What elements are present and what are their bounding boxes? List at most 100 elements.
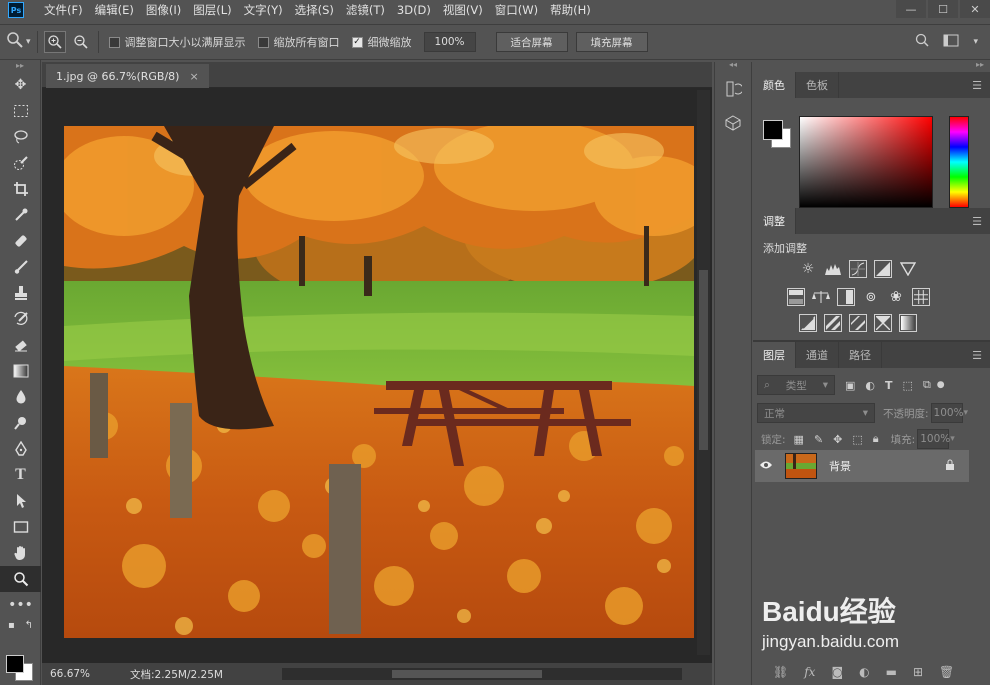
filter-toggle-icon[interactable]: ● <box>937 380 945 390</box>
posterize-icon[interactable] <box>824 314 842 332</box>
gradient-map-icon[interactable] <box>899 314 917 332</box>
chevron-down-icon[interactable]: ▾ <box>973 37 978 47</box>
vertical-scrollbar[interactable] <box>697 90 710 655</box>
filter-pixel-icon[interactable]: ▣ <box>845 379 855 392</box>
filter-smart-object-icon[interactable]: ⧉ <box>923 378 931 392</box>
color-balance-icon[interactable] <box>812 288 830 306</box>
exposure-icon[interactable] <box>874 260 892 278</box>
swap-colors-icon[interactable]: ▪ ↰ <box>0 618 41 632</box>
lock-pixels-icon[interactable]: ✎ <box>814 433 823 446</box>
document-tab[interactable]: 1.jpg @ 66.7%(RGB/8) × <box>46 64 209 88</box>
blend-mode-select[interactable]: 正常 ▾ <box>757 403 875 423</box>
history-brush-tool-icon[interactable] <box>0 306 41 332</box>
workspace-icon[interactable] <box>943 34 959 51</box>
foreground-color-chip[interactable] <box>763 120 783 140</box>
zoom-tool-preset-icon[interactable] <box>6 31 24 53</box>
lock-artboard-icon[interactable]: ⬚ <box>852 433 862 446</box>
tab-layers[interactable]: 图层 <box>753 342 796 368</box>
healing-brush-tool-icon[interactable] <box>0 228 41 254</box>
chevron-down-icon[interactable]: ▾ <box>26 37 31 47</box>
scrubby-zoom-option[interactable]: ✓ 细微缩放 <box>351 34 412 50</box>
menu-3d[interactable]: 3D(D) <box>391 3 437 17</box>
menu-file[interactable]: 文件(F) <box>38 2 89 18</box>
tab-color[interactable]: 颜色 <box>753 72 796 98</box>
color-picker-field[interactable] <box>799 116 933 208</box>
collapse-toolbar-icon[interactable]: ▸▸ <box>0 60 40 72</box>
history-panel-icon[interactable] <box>715 75 751 103</box>
menu-type[interactable]: 文字(Y) <box>238 2 289 18</box>
chevron-down-icon[interactable]: ▾ <box>950 434 955 444</box>
resize-windows-checkbox[interactable] <box>108 36 120 48</box>
zoom-tool-icon[interactable] <box>0 566 41 592</box>
invert-icon[interactable] <box>799 314 817 332</box>
black-white-icon[interactable] <box>837 288 855 306</box>
menu-window[interactable]: 窗口(W) <box>489 2 544 18</box>
rectangle-tool-icon[interactable] <box>0 514 41 540</box>
hand-tool-icon[interactable] <box>0 540 41 566</box>
fill-screen-button[interactable]: 填充屏幕 <box>575 32 648 52</box>
path-selection-tool-icon[interactable] <box>0 488 41 514</box>
zoom-percent-field[interactable]: 100% <box>423 32 476 52</box>
zoom-all-option[interactable]: 缩放所有窗口 <box>257 34 340 50</box>
panel-menu-icon[interactable]: ☰ <box>972 215 982 228</box>
visibility-eye-icon[interactable] <box>755 460 777 473</box>
vertical-scroll-thumb[interactable] <box>699 270 708 450</box>
marquee-tool-icon[interactable] <box>0 98 41 124</box>
foreground-color-swatch[interactable] <box>6 655 24 673</box>
status-zoom-level[interactable]: 66.67% <box>50 668 110 680</box>
hue-slider[interactable] <box>949 116 969 208</box>
clone-stamp-tool-icon[interactable] <box>0 280 41 306</box>
type-tool-icon[interactable]: T <box>0 462 41 488</box>
3d-panel-icon[interactable] <box>715 109 751 137</box>
menu-filter[interactable]: 滤镜(T) <box>340 2 391 18</box>
menu-layer[interactable]: 图层(L) <box>187 2 237 18</box>
zoom-all-checkbox[interactable] <box>257 36 269 48</box>
filter-shape-icon[interactable]: ⬚ <box>903 379 913 392</box>
eyedropper-tool-icon[interactable] <box>0 202 41 228</box>
fit-screen-button[interactable]: 适合屏幕 <box>495 32 568 52</box>
more-tools-icon[interactable]: ••• <box>0 592 41 618</box>
horizontal-scrollbar[interactable] <box>282 668 682 680</box>
crop-tool-icon[interactable] <box>0 176 41 202</box>
quick-selection-tool-icon[interactable] <box>0 150 41 176</box>
menu-help[interactable]: 帮助(H) <box>544 2 597 18</box>
close-tab-icon[interactable]: × <box>189 70 198 83</box>
collapse-panels-icon[interactable]: ◂◂ <box>715 60 751 69</box>
document-canvas[interactable] <box>64 126 694 638</box>
zoom-out-button[interactable] <box>70 31 92 53</box>
lock-transparent-icon[interactable]: ▦ <box>794 433 804 446</box>
collapse-dock-icon[interactable]: ▸▸ <box>976 60 984 69</box>
color-lookup-icon[interactable] <box>912 288 930 306</box>
brush-tool-icon[interactable] <box>0 254 41 280</box>
menu-image[interactable]: 图像(I) <box>140 2 187 18</box>
tab-adjustments[interactable]: 调整 <box>753 208 796 234</box>
color-swatches[interactable] <box>6 651 36 681</box>
curves-icon[interactable] <box>849 260 867 278</box>
menu-view[interactable]: 视图(V) <box>437 2 489 18</box>
move-tool-icon[interactable]: ✥ <box>0 72 41 98</box>
pen-tool-icon[interactable] <box>0 436 41 462</box>
levels-icon[interactable] <box>824 260 842 278</box>
close-button[interactable]: ✕ <box>960 0 990 18</box>
threshold-icon[interactable] <box>849 314 867 332</box>
layer-filter-select[interactable]: ⌕ 类型 ▾ <box>757 375 835 395</box>
menu-select[interactable]: 选择(S) <box>289 2 340 18</box>
dodge-tool-icon[interactable] <box>0 410 41 436</box>
selective-color-icon[interactable] <box>874 314 892 332</box>
zoom-in-button[interactable] <box>43 31 66 53</box>
lock-all-icon[interactable]: 🔒︎ <box>873 432 879 446</box>
blur-tool-icon[interactable] <box>0 384 41 410</box>
tab-paths[interactable]: 路径 <box>839 342 882 368</box>
tab-swatches[interactable]: 色板 <box>796 72 839 98</box>
eraser-tool-icon[interactable] <box>0 332 41 358</box>
search-icon[interactable] <box>915 33 929 51</box>
panel-menu-icon[interactable]: ☰ <box>972 79 982 92</box>
maximize-button[interactable]: ☐ <box>928 0 958 18</box>
layer-row-background[interactable]: 背景 <box>755 450 969 482</box>
filter-adjustment-icon[interactable]: ◐ <box>865 379 875 392</box>
gradient-tool-icon[interactable] <box>0 358 41 384</box>
panel-menu-icon[interactable]: ☰ <box>972 349 982 362</box>
minimize-button[interactable]: — <box>896 0 926 18</box>
horizontal-scroll-thumb[interactable] <box>392 670 542 678</box>
opacity-field[interactable]: 100% <box>930 403 964 423</box>
